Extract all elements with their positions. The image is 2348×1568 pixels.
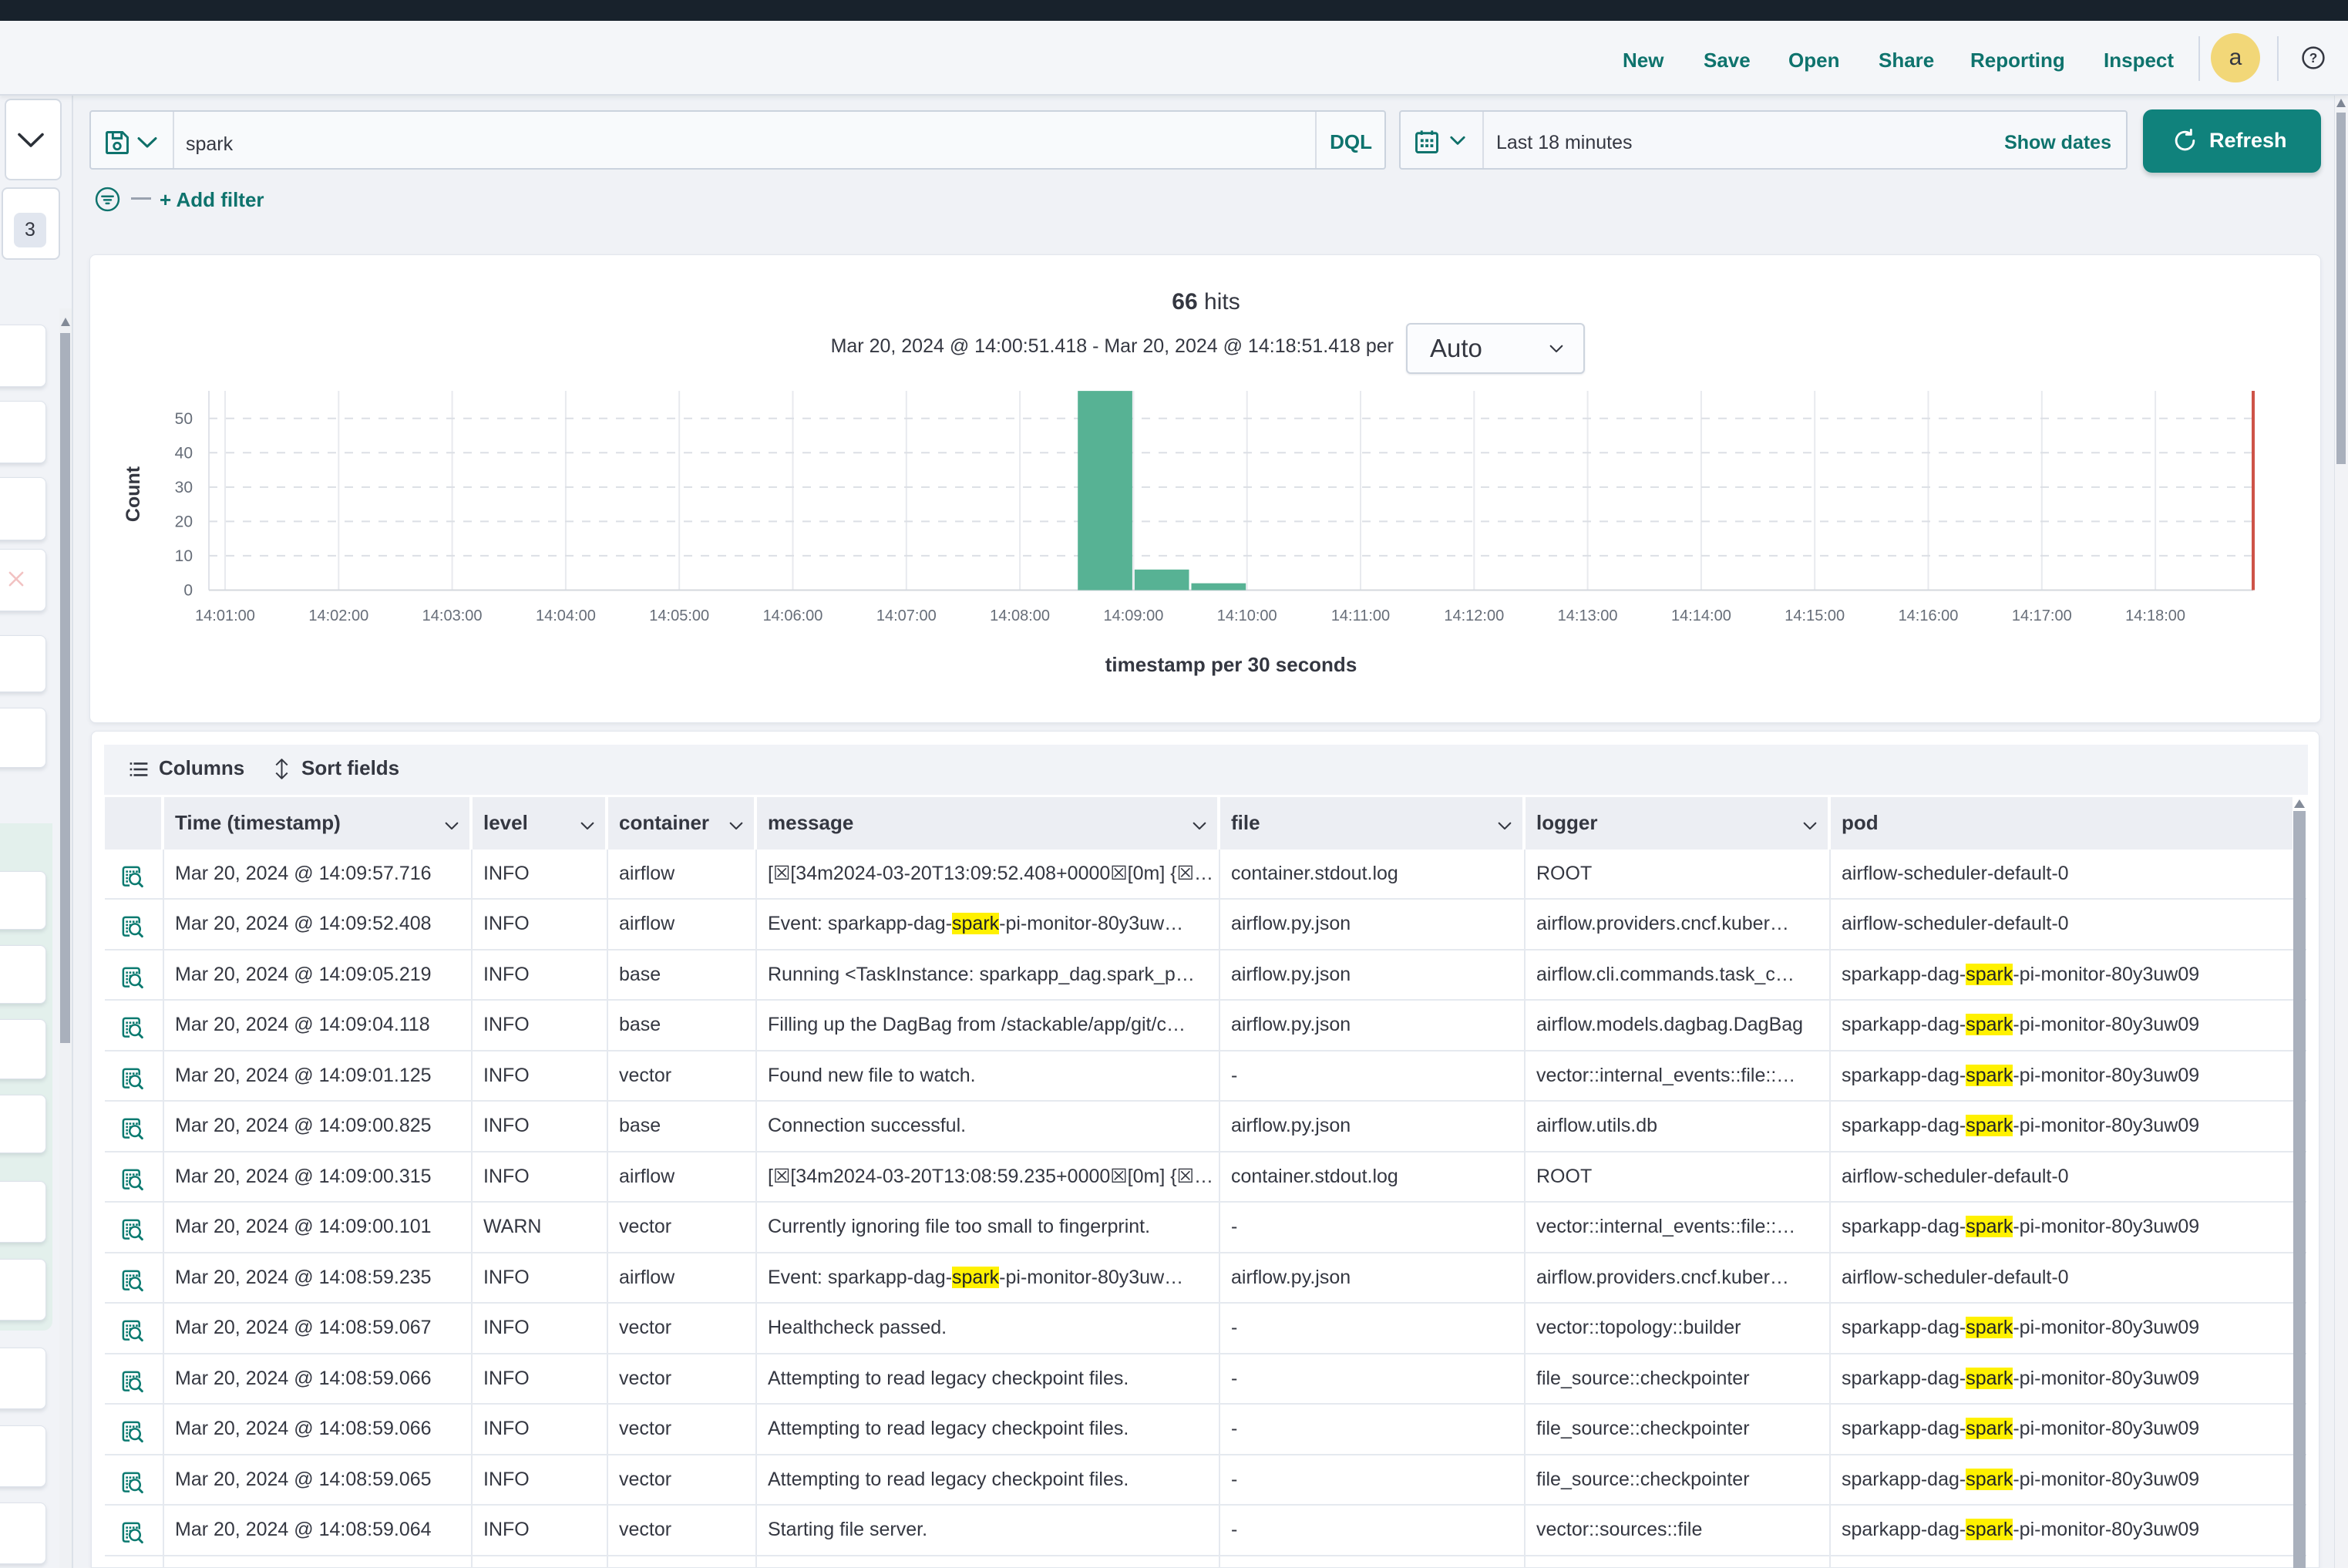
svg-text:14:15:00: 14:15:00 <box>1785 607 1845 624</box>
svg-text:14:18:00: 14:18:00 <box>2125 607 2185 624</box>
svg-text:14:02:00: 14:02:00 <box>308 607 368 624</box>
svg-text:14:07:00: 14:07:00 <box>876 607 937 624</box>
svg-text:14:09:00: 14:09:00 <box>1103 607 1163 624</box>
svg-text:?: ? <box>2309 50 2318 66</box>
svg-text:30: 30 <box>175 479 193 496</box>
svg-text:14:14:00: 14:14:00 <box>1671 607 1731 624</box>
svg-text:14:12:00: 14:12:00 <box>1444 607 1504 624</box>
svg-text:14:05:00: 14:05:00 <box>649 607 709 624</box>
svg-text:14:17:00: 14:17:00 <box>2012 607 2072 624</box>
svg-text:14:16:00: 14:16:00 <box>1899 607 1959 624</box>
svg-text:timestamp per 30 seconds: timestamp per 30 seconds <box>1105 653 1357 676</box>
svg-text:Count: Count <box>123 466 144 522</box>
svg-text:14:03:00: 14:03:00 <box>422 607 483 624</box>
svg-text:40: 40 <box>175 444 193 462</box>
svg-text:14:06:00: 14:06:00 <box>763 607 823 624</box>
svg-text:14:11:00: 14:11:00 <box>1331 607 1390 624</box>
svg-text:14:13:00: 14:13:00 <box>1558 607 1618 624</box>
svg-text:14:01:00: 14:01:00 <box>195 607 255 624</box>
svg-text:0: 0 <box>183 582 193 600</box>
svg-text:14:08:00: 14:08:00 <box>990 607 1050 624</box>
svg-text:14:10:00: 14:10:00 <box>1217 607 1277 624</box>
svg-text:50: 50 <box>175 410 193 428</box>
svg-text:14:04:00: 14:04:00 <box>536 607 596 624</box>
svg-text:20: 20 <box>175 513 193 530</box>
svg-text:10: 10 <box>175 547 193 565</box>
